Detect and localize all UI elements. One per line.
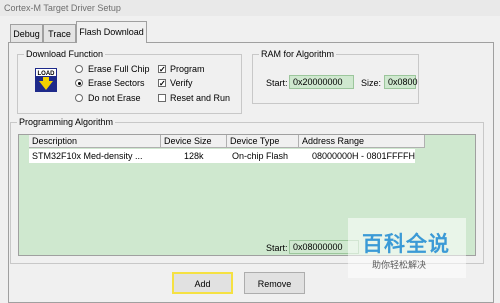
erase-sectors-radio[interactable] (75, 79, 83, 87)
table-row[interactable]: STM32F10x Med-density ... 128k On-chip F… (29, 149, 415, 163)
ram-size-input[interactable]: 0x0800 (384, 75, 418, 89)
erase-sectors-label: Erase Sectors (88, 78, 145, 88)
tab-flash-download[interactable]: Flash Download (76, 21, 147, 43)
program-label: Program (170, 64, 205, 74)
column-header-description[interactable]: Description (29, 135, 161, 148)
cell-address-range: 08000000H - 0801FFFFH (312, 151, 415, 161)
ram-start-label: Start: (266, 78, 288, 88)
column-header-address-range[interactable]: Address Range (299, 135, 425, 148)
reset-and-run-checkbox[interactable] (158, 94, 166, 102)
erase-full-chip-radio[interactable] (75, 65, 83, 73)
load-icon: LOAD (35, 68, 57, 92)
remove-button[interactable]: Remove (244, 272, 305, 294)
tab-trace[interactable]: Trace (43, 24, 76, 42)
watermark: 百科全说 助你轻松解决 (348, 218, 466, 278)
reset-and-run-label: Reset and Run (170, 93, 231, 103)
programming-algorithm-title: Programming Algorithm (17, 117, 116, 127)
erase-full-chip-label: Erase Full Chip (88, 64, 150, 74)
verify-label: Verify (170, 78, 193, 88)
ram-size-label: Size: (361, 78, 382, 88)
programming-start-label: Start: (266, 243, 288, 253)
watermark-main-text: 百科全说 (362, 233, 450, 256)
program-checkbox[interactable]: ✓ (158, 65, 166, 74)
cell-device-type: On-chip Flash (232, 151, 289, 161)
cell-device-size: 128k (184, 151, 204, 161)
svg-text:LOAD: LOAD (38, 71, 56, 77)
verify-checkbox[interactable]: ✓ (158, 79, 166, 88)
ram-start-input[interactable]: 0x20000000 (289, 75, 354, 89)
add-button[interactable]: Add (172, 272, 233, 294)
do-not-erase-radio[interactable] (75, 94, 83, 102)
watermark-sub-text: 助你轻松解决 (372, 260, 427, 270)
ram-title: RAM for Algorithm (259, 49, 337, 59)
tab-debug[interactable]: Debug (10, 24, 43, 42)
do-not-erase-label: Do not Erase (88, 93, 141, 103)
column-header-device-size[interactable]: Device Size (161, 135, 227, 148)
download-function-title: Download Function (24, 49, 106, 59)
column-header-device-type[interactable]: Device Type (227, 135, 299, 148)
window-title: Cortex-M Target Driver Setup (0, 0, 500, 16)
cell-description: STM32F10x Med-density ... (32, 151, 143, 161)
